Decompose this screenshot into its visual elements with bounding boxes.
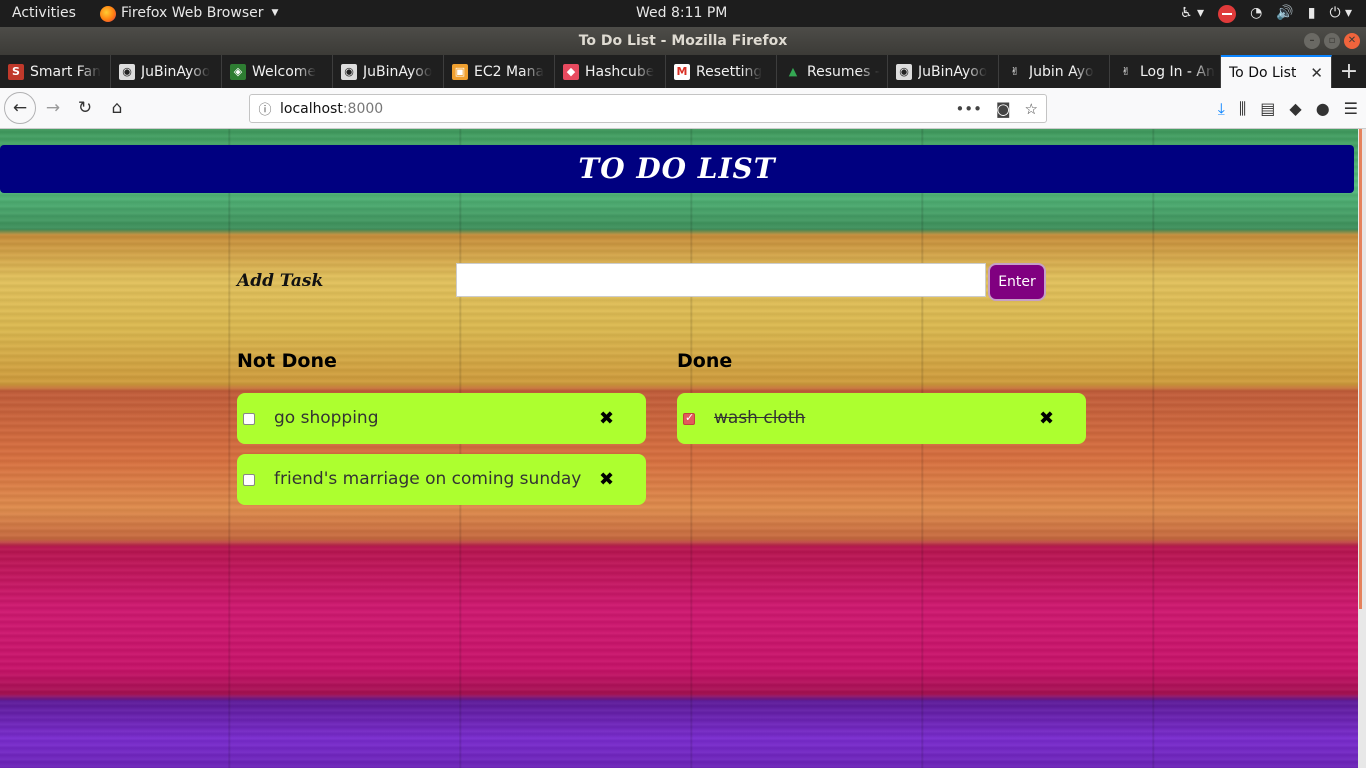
task-checkbox[interactable]	[243, 413, 255, 425]
drive-icon: ▲	[788, 65, 798, 78]
not-done-task-item: go shopping ✖	[237, 393, 646, 444]
tab-jubin[interactable]: ✌ Jubin Ayo	[999, 55, 1110, 88]
page-actions-icon[interactable]: •••	[955, 100, 982, 118]
clock[interactable]: Wed 8:11 PM	[636, 0, 727, 27]
aws-icon: ▣	[452, 63, 468, 80]
menu-icon[interactable]: ☰	[1344, 99, 1358, 118]
task-text: wash cloth	[714, 408, 806, 428]
delete-icon[interactable]: ✖	[599, 454, 614, 505]
not-done-heading: Not Done	[237, 350, 337, 372]
download-icon[interactable]: ⤓	[1218, 99, 1225, 119]
tab-label: Resumes -	[807, 63, 880, 80]
toolbar-right: ⤓ ⫼ ▤ ◆ ● ☰	[1218, 88, 1358, 129]
reload-icon[interactable]: ↻	[70, 93, 100, 123]
activities-button[interactable]: Activities	[12, 0, 76, 27]
extension-icon[interactable]: ●	[1316, 99, 1330, 118]
delete-icon[interactable]: ✖	[599, 393, 614, 444]
tab-welcome[interactable]: ◈ Welcome	[222, 55, 333, 88]
app-menu[interactable]: Firefox Web Browser ▼	[100, 0, 278, 27]
tab-ec2[interactable]: ▣ EC2 Mana	[444, 55, 555, 88]
pocket-icon[interactable]: ◙	[996, 100, 1011, 118]
info-icon[interactable]: ⓘ	[250, 99, 280, 118]
battery-icon[interactable]: ▮	[1308, 0, 1316, 27]
system-tray[interactable]: ♿ ▾ ◔ 🔊 ▮ ⏻ ▾	[1180, 0, 1352, 27]
close-tab-icon[interactable]: ✕	[1310, 64, 1323, 82]
github-icon: ◉	[341, 63, 357, 80]
done-task-item: wash cloth ✖	[677, 393, 1086, 444]
enter-button[interactable]: Enter	[988, 263, 1046, 301]
tab-label: Jubin Ayo	[1029, 63, 1094, 80]
firefox-logo-icon	[100, 5, 116, 22]
s-favicon-icon: S	[8, 63, 24, 80]
chevron-down-icon: ▼	[271, 8, 279, 18]
tab-github[interactable]: ◉ JuBinAyoo	[111, 55, 222, 88]
tab-smart-fan[interactable]: S Smart Fan	[0, 55, 111, 88]
accessibility-icon[interactable]: ♿ ▾	[1180, 0, 1204, 27]
tab-label: JuBinAyoo	[363, 63, 433, 80]
done-heading: Done	[677, 350, 733, 372]
task-text: go shopping	[274, 408, 379, 428]
tab-hashcube[interactable]: ◆ Hashcube	[555, 55, 666, 88]
delete-icon[interactable]: ✖	[1039, 393, 1054, 444]
window-controls: – ▫ ✕	[1304, 33, 1360, 49]
stop-icon[interactable]	[1218, 4, 1237, 23]
tab-label: JuBinAyoo	[918, 63, 988, 80]
back-icon[interactable]: ←	[4, 92, 36, 124]
page-title: TO DO LIST	[0, 145, 1354, 193]
minimize-icon[interactable]: –	[1304, 33, 1320, 49]
peace-icon: ✌	[1010, 65, 1020, 78]
page-content: TO DO LIST Add Task Enter Not Done Done …	[0, 129, 1358, 768]
maximize-icon[interactable]: ▫	[1324, 33, 1340, 49]
app-menu-label: Firefox Web Browser	[121, 5, 264, 21]
forward-icon[interactable]: →	[38, 93, 68, 123]
add-task-input[interactable]	[456, 263, 986, 297]
wifi-icon[interactable]: ◔	[1250, 0, 1262, 27]
tab-label: Smart Fan	[30, 63, 102, 80]
tab-github[interactable]: ◉ JuBinAyoo	[888, 55, 999, 88]
tab-resetting[interactable]: M Resetting	[666, 55, 777, 88]
gmail-icon: M	[674, 63, 690, 80]
window-title: To Do List - Mozilla Firefox	[578, 33, 788, 49]
window-title-bar: To Do List - Mozilla Firefox – ▫ ✕	[0, 27, 1366, 55]
add-task-label: Add Task	[237, 271, 324, 291]
new-tab-button[interactable]: +	[1332, 55, 1366, 88]
home-icon[interactable]: ⌂	[102, 93, 132, 123]
tab-login[interactable]: ✌ Log In - An	[1110, 55, 1221, 88]
tab-label: To Do List	[1229, 64, 1297, 81]
tab-label: Resetting	[696, 63, 763, 80]
task-checkbox[interactable]	[243, 474, 255, 486]
system-top-bar: Activities Firefox Web Browser ▼ Wed 8:1…	[0, 0, 1366, 27]
tab-label: EC2 Mana	[474, 63, 545, 80]
not-done-task-item: friend's marriage on coming sunday ✖	[237, 454, 646, 505]
github-icon: ◉	[896, 63, 912, 80]
power-icon[interactable]: ⏻ ▾	[1329, 0, 1352, 27]
bookmark-star-icon[interactable]: ☆	[1025, 100, 1038, 118]
task-checkbox-checked[interactable]	[683, 411, 695, 425]
close-window-icon[interactable]: ✕	[1344, 33, 1360, 49]
task-text: friend's marriage on coming sunday	[274, 469, 582, 489]
library-icon[interactable]: ⫼	[1239, 99, 1246, 119]
sidebar-icon[interactable]: ▤	[1260, 99, 1275, 118]
github-icon: ◉	[119, 63, 135, 80]
url-host: localhost	[280, 100, 343, 117]
tab-label: Hashcube	[585, 63, 655, 80]
tab-strip: S Smart Fan ◉ JuBinAyoo ◈ Welcome ◉ JuBi…	[0, 55, 1366, 88]
peace-icon: ✌	[1121, 65, 1131, 78]
tab-github[interactable]: ◉ JuBinAyoo	[333, 55, 444, 88]
navigation-toolbar: ← → ↻ ⌂ ⓘ localhost:8000 ••• ◙ ☆ ⤓ ⫼ ▤ ◆…	[0, 88, 1366, 129]
volume-icon[interactable]: 🔊	[1276, 0, 1293, 27]
extension-icon[interactable]: ◆	[1289, 99, 1301, 118]
tab-label: JuBinAyoo	[141, 63, 211, 80]
tab-label: Log In - An	[1140, 63, 1215, 80]
scrollbar[interactable]	[1358, 129, 1366, 768]
tab-label: Welcome	[252, 63, 317, 80]
tab-to-do-list[interactable]: To Do List ✕	[1221, 55, 1332, 88]
url-bar[interactable]: ⓘ localhost:8000 ••• ◙ ☆	[249, 94, 1047, 123]
android-icon: ◈	[230, 63, 246, 80]
url-port: :8000	[342, 100, 384, 117]
hashcube-icon: ◆	[563, 63, 579, 80]
tab-resumes[interactable]: ▲ Resumes -	[777, 55, 888, 88]
